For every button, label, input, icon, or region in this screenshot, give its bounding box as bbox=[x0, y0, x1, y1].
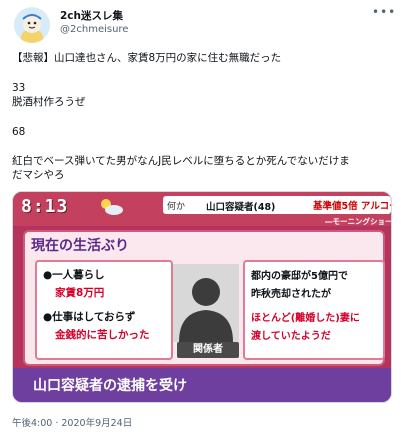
tweet-timestamp[interactable]: 午後4:00 · 2020年9月24日 bbox=[12, 415, 132, 429]
tweet-text-line-6: だマシやろ bbox=[12, 169, 65, 181]
more-options-icon[interactable]: ••• bbox=[372, 6, 395, 20]
caption-text: 山口容疑者の逮捕を受け bbox=[33, 378, 187, 394]
tweet-text-line-5: 紅白でベース弾いてた男がなんJ民レベルに堕ちるとか死んでないだけま bbox=[12, 155, 350, 167]
tv-show-name: ―モーニングショー bbox=[325, 217, 392, 226]
right-box-line-4: 渡していたようだ bbox=[251, 331, 331, 342]
weather-icon bbox=[97, 196, 125, 218]
panel-title: 現在の生活ぶり bbox=[31, 238, 129, 254]
handle[interactable]: @2chmeisure bbox=[60, 24, 128, 35]
tweet-text-line-2: 33 bbox=[12, 82, 26, 94]
tweet: 2ch迷スレ集 @2chmeisure ••• 【悲報】山口達也さん、家賃8万円… bbox=[0, 0, 401, 442]
display-name[interactable]: 2ch迷スレ集 bbox=[60, 8, 123, 23]
tv-topic-main: 山口容疑者(48) bbox=[206, 202, 276, 213]
tweet-text-line-1: 【悲報】山口達也さん、家賃8万円の家に住む無職だった bbox=[12, 52, 282, 64]
left-box-line-1: ●一人暮らし bbox=[43, 269, 105, 281]
tv-topic-prefix: 何か bbox=[167, 202, 186, 212]
left-box-line-4: 金銭的に苦しかった bbox=[55, 329, 150, 341]
person-silhouette-icon bbox=[173, 264, 239, 342]
avatar[interactable] bbox=[14, 7, 50, 43]
avatar-character-icon bbox=[14, 7, 50, 43]
tv-clock: 8:13 bbox=[21, 196, 69, 217]
tv-topic-right: 基準値5倍 アルコール bbox=[313, 201, 391, 212]
right-box-line-1: 都内の豪邸が5億円で bbox=[251, 271, 348, 282]
tweet-text-line-4: 68 bbox=[12, 126, 26, 138]
relation-label: 関係者 bbox=[177, 342, 239, 358]
right-box-line-3: ほとんど(離婚した)妻に bbox=[251, 313, 360, 324]
right-box-line-2: 昨秋売却されたが bbox=[251, 289, 331, 300]
tweet-text-line-3: 脱酒村作ろうぜ bbox=[12, 96, 86, 108]
tweet-media-image[interactable]: 8:13 何か 山口容疑者(48) 基準値5倍 アルコール ―モーニングショー … bbox=[12, 191, 392, 403]
left-box-line-3: ●仕事はしておらず bbox=[43, 311, 136, 323]
left-box-line-2: 家賃8万円 bbox=[55, 287, 105, 299]
